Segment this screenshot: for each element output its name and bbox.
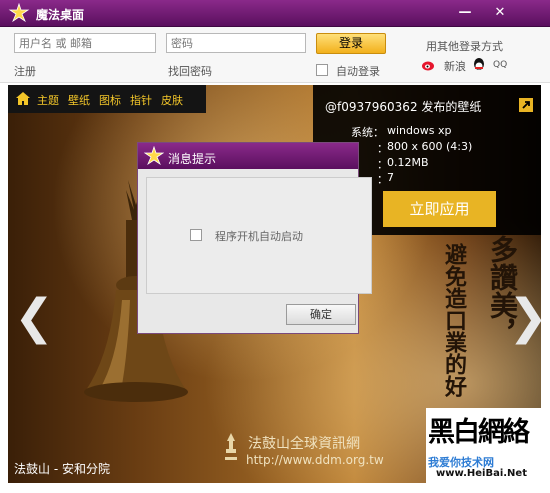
category-nav: 主题 壁纸 图标 指针 皮肤 bbox=[8, 85, 206, 113]
auto-login-checkbox[interactable] bbox=[316, 64, 328, 76]
qq-icon[interactable] bbox=[472, 57, 486, 73]
dialog-title: 消息提示 bbox=[168, 152, 217, 166]
org-name: 法鼓山全球資訊網 bbox=[248, 436, 360, 452]
detail-value-resolution: 800 x 600 (4:3) bbox=[387, 140, 473, 153]
detail-value-size: 0.12MB bbox=[387, 156, 429, 169]
username-input[interactable] bbox=[14, 33, 156, 53]
nav-item-cursors[interactable]: 指针 bbox=[130, 92, 152, 108]
weibo-label[interactable]: 新浪 bbox=[444, 58, 466, 74]
register-link[interactable]: 注册 bbox=[14, 63, 36, 79]
message-dialog: 消息提示 程序开机自动启动 确定 bbox=[137, 142, 372, 334]
recover-password-link[interactable]: 找回密码 bbox=[168, 63, 212, 79]
login-button[interactable]: 登录 bbox=[316, 33, 386, 54]
nav-item-icons[interactable]: 图标 bbox=[99, 92, 121, 108]
login-bar: 登录 注册 找回密码 自动登录 用其他登录方式 新浪 QQ bbox=[0, 27, 550, 83]
ddm-logo-icon bbox=[225, 433, 237, 460]
dialog-logo-icon bbox=[144, 146, 164, 165]
apply-now-button[interactable]: 立即应用 bbox=[383, 191, 496, 227]
nav-item-skins[interactable]: 皮肤 bbox=[161, 92, 183, 108]
org-url: http://www.ddm.org.tw bbox=[246, 453, 384, 467]
next-arrow[interactable]: ❯ bbox=[508, 287, 541, 347]
watermark-text: 黑白網絡 bbox=[428, 417, 530, 448]
publisher-text: @f0937960362 发布的壁纸 bbox=[325, 100, 482, 114]
ok-button[interactable]: 确定 bbox=[286, 304, 356, 325]
image-caption: 法鼓山 - 安和分院 bbox=[14, 462, 110, 476]
autostart-label: 程序开机自动启动 bbox=[215, 230, 303, 243]
password-input[interactable] bbox=[166, 33, 306, 53]
external-link-icon[interactable] bbox=[519, 98, 533, 112]
watermark-url: www.HeiBai.Net bbox=[436, 468, 527, 479]
detail-value-system: windows xp bbox=[387, 124, 452, 137]
qq-label[interactable]: QQ bbox=[493, 60, 507, 70]
nav-item-wallpapers[interactable]: 壁纸 bbox=[68, 92, 90, 108]
minimize-button[interactable]: — bbox=[455, 5, 475, 21]
heibai-watermark: 黑白網絡 我爱你技术网 www.HeiBai.Net bbox=[426, 408, 541, 483]
detail-label-system: 系统： bbox=[351, 126, 384, 139]
autostart-checkbox[interactable] bbox=[190, 229, 202, 241]
auto-login-label: 自动登录 bbox=[336, 65, 380, 78]
dialog-body: 程序开机自动启动 bbox=[146, 177, 372, 294]
home-icon[interactable] bbox=[16, 92, 30, 105]
nav-item-themes[interactable]: 主题 bbox=[37, 92, 59, 108]
detail-value-count: 7 bbox=[387, 171, 394, 184]
dialog-title-bar: 消息提示 bbox=[138, 143, 358, 169]
app-title: 魔法桌面 bbox=[36, 8, 85, 22]
calligraphy-left: 避免造口業的好 bbox=[441, 243, 467, 397]
weibo-icon[interactable] bbox=[421, 58, 437, 72]
other-login-methods-label: 用其他登录方式 bbox=[426, 40, 503, 53]
close-button[interactable]: ✕ bbox=[490, 5, 510, 21]
previous-arrow[interactable]: ❮ bbox=[14, 287, 54, 347]
title-bar: 魔法桌面 — ✕ bbox=[0, 0, 550, 27]
app-logo-icon bbox=[8, 3, 30, 23]
